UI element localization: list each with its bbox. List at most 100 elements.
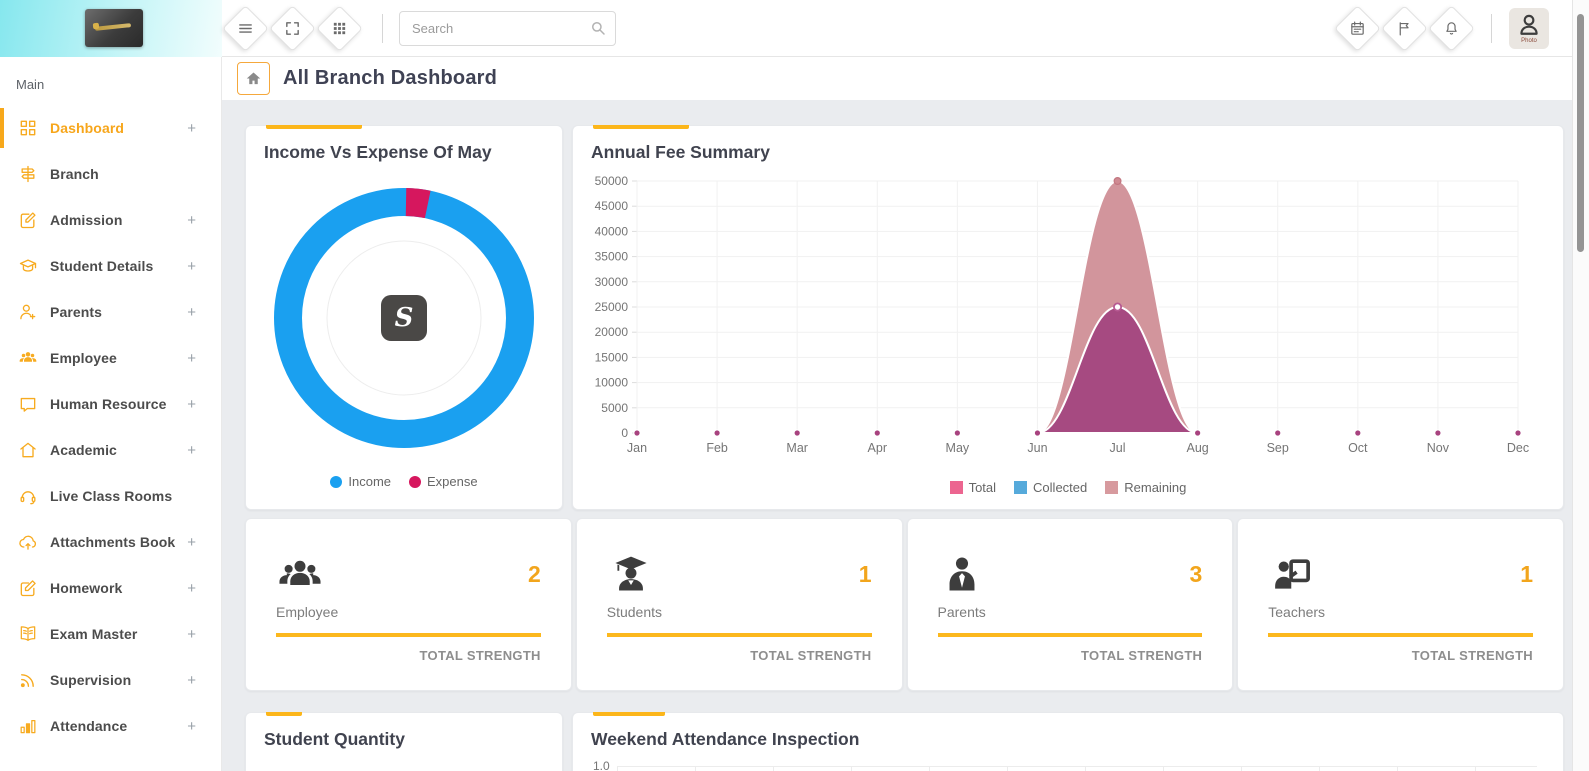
svg-text:45000: 45000	[595, 199, 629, 213]
sidebar-item-employee[interactable]: Employee+	[0, 335, 221, 381]
flag-button[interactable]	[1381, 5, 1428, 52]
expand-plus-icon[interactable]: +	[187, 672, 196, 689]
sidebar-item-dashboard[interactable]: Dashboard+	[0, 105, 221, 151]
expand-plus-icon[interactable]: +	[187, 304, 196, 321]
sidebar-item-branch[interactable]: Branch	[0, 151, 221, 197]
stat-underline	[938, 633, 1203, 637]
student-quantity-title: Student Quantity	[264, 729, 562, 750]
expand-plus-icon[interactable]: +	[187, 396, 196, 413]
academic-icon	[18, 440, 38, 460]
svg-text:10000: 10000	[595, 376, 629, 390]
page-scrollbar[interactable]	[1572, 0, 1589, 771]
sidebar-item-student-details[interactable]: Student Details +	[0, 243, 221, 289]
legend-dot	[409, 476, 421, 488]
legend-swatch	[950, 481, 963, 494]
header-separator	[1491, 14, 1492, 43]
expand-plus-icon[interactable]: +	[187, 580, 196, 597]
dashboard-canvas: Income Vs Expense Of May S IncomeExpense…	[222, 100, 1589, 771]
exam-icon	[18, 624, 38, 644]
stat-label: Parents	[938, 604, 1203, 620]
sidebar-section-label: Main	[16, 77, 221, 92]
search-icon[interactable]	[589, 19, 607, 37]
svg-text:Nov: Nov	[1427, 441, 1450, 455]
expand-plus-icon[interactable]: +	[187, 534, 196, 551]
stat-label: Teachers	[1268, 604, 1533, 620]
expand-plus-icon[interactable]: +	[187, 442, 196, 459]
svg-text:Dec: Dec	[1507, 441, 1529, 455]
sidebar-toggle-button[interactable]	[222, 5, 269, 52]
header-left-actions	[229, 12, 356, 45]
stat-caption: TOTAL STRENGTH	[607, 648, 872, 663]
legend-item-total[interactable]: Total	[950, 480, 996, 495]
svg-text:40000: 40000	[595, 224, 629, 238]
sidebar-item-attendance[interactable]: Attendance+	[0, 703, 221, 749]
legend-label: Collected	[1033, 480, 1087, 495]
scrollbar-thumb[interactable]	[1577, 14, 1584, 252]
sidebar-item-attachments-book[interactable]: Attachments Book +	[0, 519, 221, 565]
sidebar-item-supervision[interactable]: Supervision+	[0, 657, 221, 703]
svg-text:Sep: Sep	[1267, 441, 1289, 455]
annual-fee-legend: Total Collected Remaining	[573, 480, 1563, 495]
fullscreen-icon	[284, 20, 301, 37]
legend-label: Total	[969, 480, 996, 495]
svg-text:Jun: Jun	[1027, 441, 1047, 455]
sidebar-item-admission[interactable]: Admission+	[0, 197, 221, 243]
expand-plus-icon[interactable]: +	[187, 258, 196, 275]
legend-item-income[interactable]: Income	[330, 474, 391, 489]
apps-button[interactable]	[316, 5, 363, 52]
hr-icon	[18, 394, 38, 414]
app-window: Photo Main Dashboard+BranchAdmission+Stu…	[0, 0, 1589, 771]
donut-legend: Income Expense	[246, 474, 562, 489]
sidebar-item-parents[interactable]: Parents+	[0, 289, 221, 335]
stat-caption: TOTAL STRENGTH	[938, 648, 1203, 663]
svg-text:Oct: Oct	[1348, 441, 1368, 455]
attendance-icon	[18, 716, 38, 736]
search-input[interactable]	[399, 11, 616, 46]
legend-item-remaining[interactable]: Remaining	[1105, 480, 1186, 495]
main-content: All Branch Dashboard Income Vs Expense O…	[222, 57, 1589, 771]
notifications-button[interactable]	[1428, 5, 1475, 52]
calendar-button[interactable]	[1334, 5, 1381, 52]
annual-fee-area-chart[interactable]: 5000045000400003500030000250002000015000…	[573, 174, 1548, 466]
sidebar-item-academic[interactable]: Academic +	[0, 427, 221, 473]
svg-text:15000: 15000	[595, 350, 629, 364]
legend-item-collected[interactable]: Collected	[1014, 480, 1087, 495]
sidebar-item-homework[interactable]: Homework +	[0, 565, 221, 611]
expand-plus-icon[interactable]: +	[187, 120, 196, 137]
sidebar-item-label: Student Details	[50, 258, 153, 274]
user-avatar-button[interactable]: Photo	[1509, 8, 1549, 49]
svg-text:20000: 20000	[595, 325, 629, 339]
person-icon	[1516, 11, 1542, 37]
expand-plus-icon[interactable]: +	[187, 626, 196, 643]
weekend-chart-grid	[617, 766, 1537, 771]
svg-text:Aug: Aug	[1187, 441, 1209, 455]
svg-text:50000: 50000	[595, 174, 629, 188]
fullscreen-button[interactable]	[269, 5, 316, 52]
stat-value: 1	[1520, 561, 1533, 588]
expand-plus-icon[interactable]: +	[187, 718, 196, 735]
sidebar-item-exam-master[interactable]: Exam Master+	[0, 611, 221, 657]
logo-band	[0, 0, 222, 57]
expand-plus-icon[interactable]: +	[187, 212, 196, 229]
school-logo-badge: S	[381, 295, 427, 341]
calendar-icon	[1349, 20, 1366, 37]
home-button[interactable]	[237, 62, 270, 95]
legend-item-expense[interactable]: Expense	[409, 474, 478, 489]
card-accent-bar	[266, 125, 362, 129]
sidebar-item-label: Homework	[50, 580, 122, 596]
sidebar-item-label: Live Class Rooms	[50, 488, 172, 504]
sidebar-item-label: Attachments Book	[50, 534, 175, 550]
app-logo[interactable]	[85, 9, 143, 47]
sidebar-item-human-resource[interactable]: Human Resource+	[0, 381, 221, 427]
stat-label: Employee	[276, 604, 541, 620]
flag-icon	[1396, 20, 1413, 37]
legend-dot	[330, 476, 342, 488]
expand-plus-icon[interactable]: +	[187, 350, 196, 367]
stat-top: 3	[938, 552, 1203, 596]
stat-value: 2	[528, 561, 541, 588]
svg-text:May: May	[946, 441, 970, 455]
search-box	[399, 11, 616, 46]
sidebar-item-live-class-rooms[interactable]: Live Class Rooms	[0, 473, 221, 519]
employee-icon	[18, 348, 38, 368]
sidebar-item-label: Academic	[50, 442, 117, 458]
